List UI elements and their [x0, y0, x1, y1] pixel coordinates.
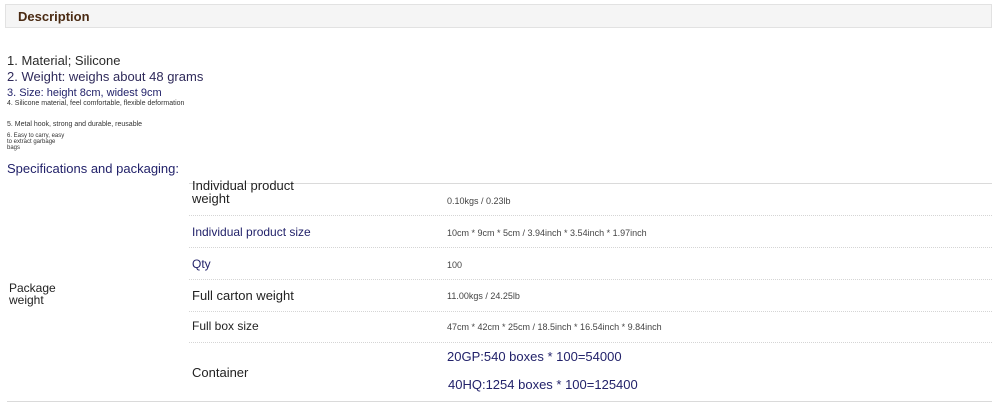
row-divider	[189, 247, 992, 248]
row-divider	[189, 215, 992, 216]
row-value: 100	[447, 260, 463, 270]
row-divider	[189, 279, 992, 280]
description-title: Description	[18, 9, 90, 24]
list-item: 6. Easy to carry, easy to extract garbag…	[7, 133, 65, 151]
description-header: Description	[5, 4, 992, 28]
specifications-table: Package weight Individual product weight…	[7, 179, 992, 402]
row-divider	[189, 342, 992, 343]
container-20gp-value: 20GP:540 boxes * 100=54000	[447, 349, 622, 364]
container-40hq-value: 40HQ:1254 boxes * 100=125400	[448, 377, 638, 392]
list-item: 1. Material; Silicone	[7, 53, 121, 68]
row-divider	[189, 311, 992, 312]
row-label: Full box size	[192, 319, 259, 333]
list-item: 2. Weight: weighs about 48 grams	[7, 69, 204, 84]
specifications-title: Specifications and packaging:	[7, 161, 180, 176]
row-label: Individual product weight	[192, 178, 294, 206]
table-bottom-border	[7, 401, 992, 402]
row-label: Individual product size	[192, 225, 311, 239]
container-label: Container	[192, 365, 249, 380]
row-value: 11.00kgs / 24.25lb	[447, 291, 520, 301]
row-value: 47cm * 42cm * 25cm / 18.5inch * 16.54inc…	[447, 322, 662, 332]
row-value: 10cm * 9cm * 5cm / 3.94inch * 3.54inch *…	[447, 228, 647, 238]
row-label: Full carton weight	[192, 288, 294, 303]
row-value: 0.10kgs / 0.23lb	[447, 196, 511, 206]
list-item: 3. Size: height 8cm, widest 9cm	[7, 87, 162, 99]
package-weight-label: Package weight	[9, 281, 56, 307]
row-label: Qty	[192, 257, 211, 271]
list-item: 4. Silicone material, feel comfortable, …	[7, 100, 185, 107]
list-item: 5. Metal hook, strong and durable, reusa…	[7, 121, 143, 128]
